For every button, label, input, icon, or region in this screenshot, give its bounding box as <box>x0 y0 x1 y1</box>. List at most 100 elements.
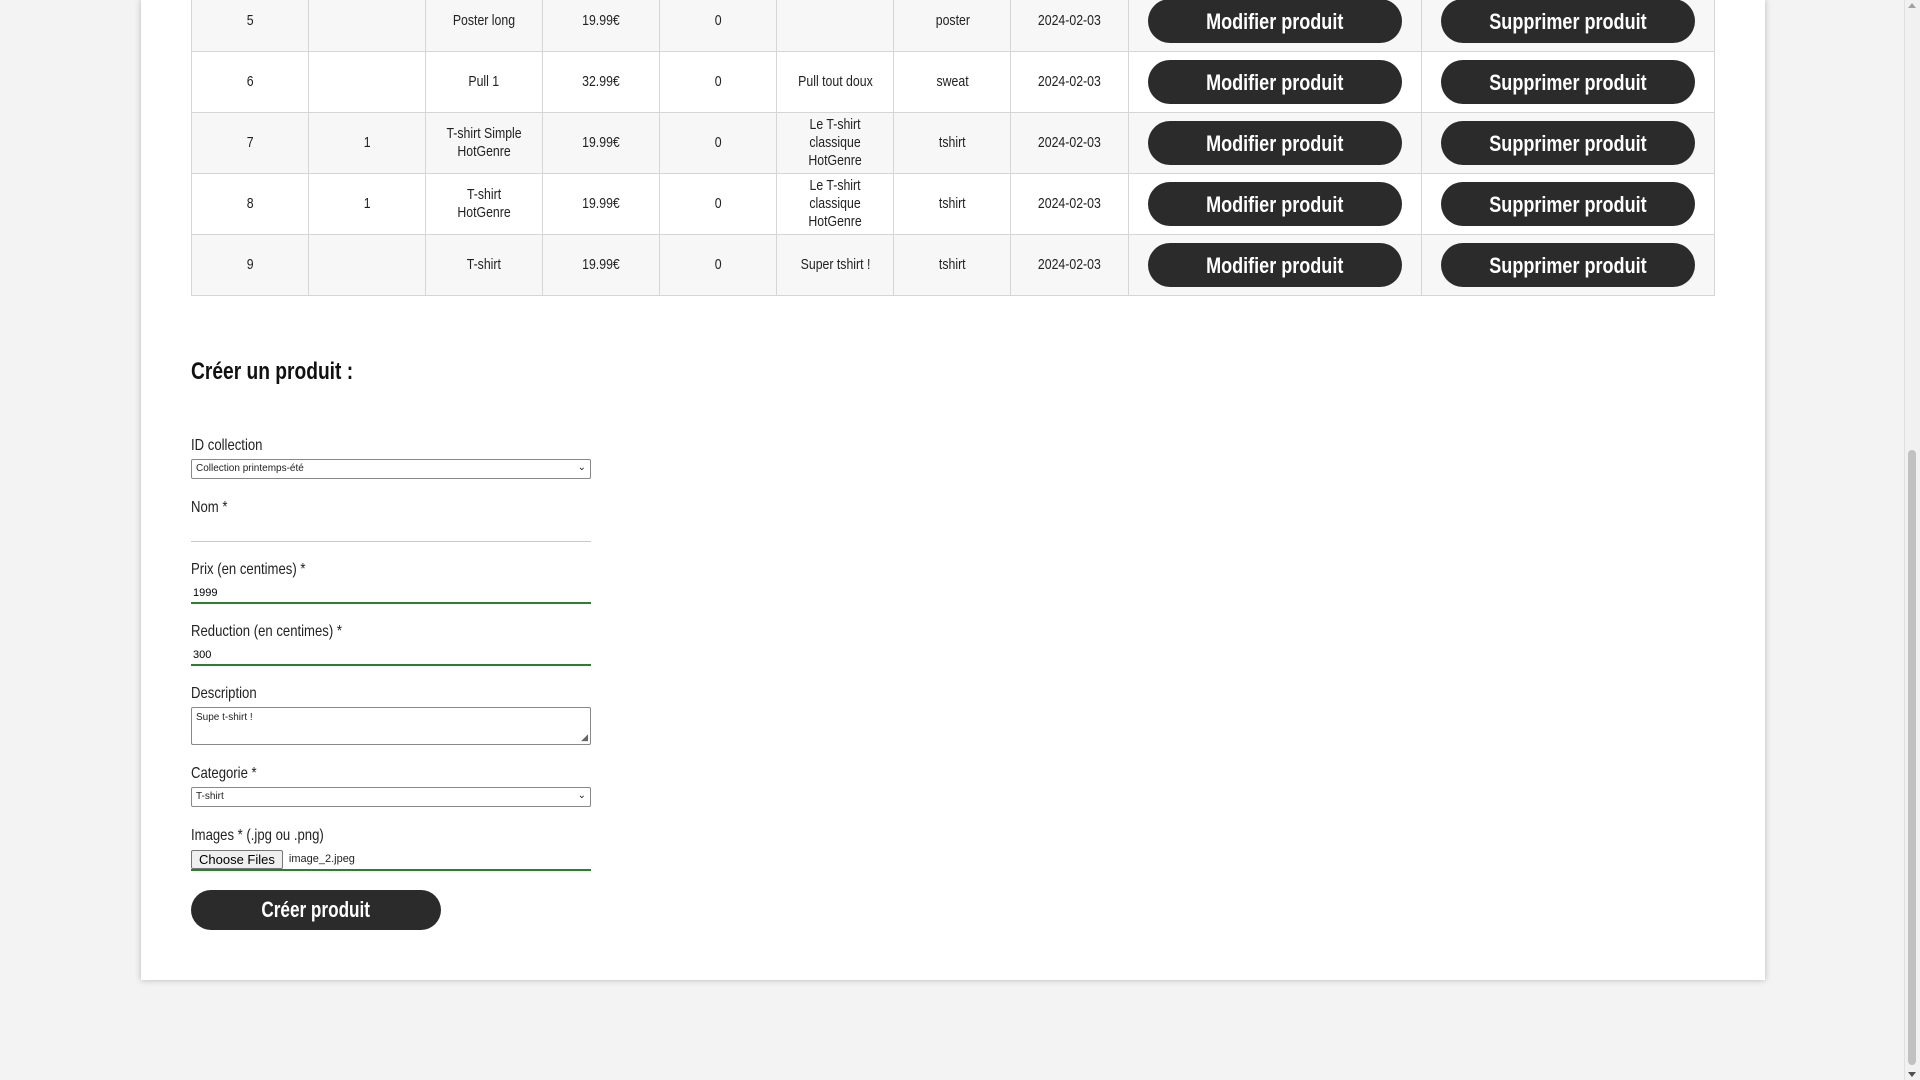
scroll-down-arrow-icon[interactable] <box>1908 1072 1916 1077</box>
category-select-value: T-shirt <box>196 791 224 802</box>
reduction-label: Reduction (en centimes) * <box>191 623 342 640</box>
table-cell-name: T-shirt Simple HotGenre <box>425 112 544 174</box>
table-cell-id: 6 <box>190 51 310 113</box>
table-cell-description: Pull tout doux <box>776 51 895 113</box>
modify-product-button[interactable]: Modifier produit <box>1147 60 1402 104</box>
table-cell-delete: Supprimer produit <box>1420 173 1716 235</box>
table-cell-category: sweat <box>893 51 1012 113</box>
table-cell-delete: Supprimer produit <box>1420 112 1716 174</box>
collection-select[interactable]: Collection printemps-été ⌄ <box>191 459 591 479</box>
table-cell-reduction: 0 <box>659 0 778 52</box>
table-row: 5 Poster long 19.99€ 0 poster 2024-02-03 Modif… <box>190 0 1716 52</box>
table-cell-collection <box>308 234 427 296</box>
price-label: Prix (en centimes) * <box>191 561 306 578</box>
reduction-field: Reduction (en centimes) * <box>191 623 591 666</box>
vertical-scrollbar[interactable] <box>1904 0 1920 1080</box>
selected-file-name: image_2.jpeg <box>288 853 355 865</box>
table-cell-date: 2024-02-03 <box>1010 112 1129 174</box>
delete-product-button[interactable]: Supprimer produit <box>1440 243 1695 287</box>
images-file-input: Choose Files image_2.jpeg <box>191 849 591 871</box>
collection-select-value: Collection printemps-été <box>196 463 304 474</box>
table-cell-id: 7 <box>190 112 310 174</box>
name-field: Nom * <box>191 499 591 542</box>
table-cell-name: Poster long <box>425 0 544 52</box>
table-cell-id: 8 <box>190 173 310 235</box>
delete-product-button[interactable]: Supprimer produit <box>1440 182 1695 226</box>
table-cell-reduction: 0 <box>659 173 778 235</box>
delete-product-button[interactable]: Supprimer produit <box>1440 60 1695 104</box>
delete-product-button[interactable]: Supprimer produit <box>1440 0 1695 43</box>
reduction-input[interactable] <box>191 646 591 666</box>
table-cell-id: 5 <box>190 0 310 52</box>
description-text: Supe t-shirt ! <box>196 712 253 723</box>
table-cell-description: Super tshirt ! <box>776 234 895 296</box>
scroll-up-arrow-icon[interactable] <box>1908 3 1916 8</box>
modify-product-button[interactable]: Modifier produit <box>1147 243 1402 287</box>
table-cell-reduction: 0 <box>659 112 778 174</box>
main-panel: 5 Poster long 19.99€ 0 poster 2024-02-03 Modif… <box>141 0 1765 980</box>
category-field: Categorie * T-shirt ⌄ <box>191 765 591 807</box>
scrollbar-thumb[interactable] <box>1908 450 1916 1065</box>
table-cell-reduction: 0 <box>659 234 778 296</box>
resize-grip-icon[interactable]: ◢ <box>581 732 588 743</box>
table-cell-delete: Supprimer produit <box>1420 51 1716 113</box>
name-input[interactable] <box>191 521 591 542</box>
collection-label: ID collection <box>191 437 263 454</box>
table-cell-id: 9 <box>190 234 310 296</box>
table-cell-category: tshirt <box>893 112 1012 174</box>
table-row: 8 1 T-shirt HotGenre 19.99€ 0 Le T-shirt clas… <box>190 173 1716 235</box>
create-product-heading: Créer un produit : <box>191 358 354 385</box>
chevron-down-icon: ⌄ <box>577 462 586 473</box>
table-cell-price: 32.99€ <box>542 51 661 113</box>
table-cell-delete: Supprimer produit <box>1420 0 1716 52</box>
name-label: Nom * <box>191 499 228 516</box>
images-label: Images * (.jpg ou .png) <box>191 827 324 844</box>
table-cell-date: 2024-02-03 <box>1010 0 1129 52</box>
table-cell-category: tshirt <box>893 173 1012 235</box>
table-cell-price: 19.99€ <box>542 173 661 235</box>
table-cell-description: Le T-shirt classique HotGenre <box>776 112 895 174</box>
table-cell-reduction: 0 <box>659 51 778 113</box>
create-product-button[interactable]: Créer produit <box>191 890 441 930</box>
table-cell-description: Le T-shirt classique HotGenre <box>776 173 895 235</box>
table-row: 7 1 T-shirt Simple HotGenre 19.99€ 0 Le T-shi… <box>190 112 1716 174</box>
table-cell-collection: 1 <box>308 112 427 174</box>
table-cell-category: tshirt <box>893 234 1012 296</box>
description-field: Description Supe t-shirt ! ◢ <box>191 685 591 745</box>
table-cell-collection <box>308 0 427 52</box>
collection-field: ID collection Collection printemps-été ⌄ <box>191 437 591 479</box>
table-row: 9 T-shirt 19.99€ 0 Super tshirt ! tshirt 2024-… <box>190 234 1716 296</box>
table-row: 6 Pull 1 32.99€ 0 Pull tout doux sweat 2024-02… <box>190 51 1716 113</box>
table-cell-description <box>776 0 895 52</box>
table-cell-edit: Modifier produit <box>1127 173 1422 235</box>
table-cell-price: 19.99€ <box>542 0 661 52</box>
table-cell-edit: Modifier produit <box>1127 51 1422 113</box>
table-cell-edit: Modifier produit <box>1127 112 1422 174</box>
table-cell-price: 19.99€ <box>542 112 661 174</box>
images-field: Images * (.jpg ou .png) Choose Files ima… <box>191 827 591 871</box>
delete-product-button[interactable]: Supprimer produit <box>1440 121 1695 165</box>
table-cell-name: T-shirt HotGenre <box>425 173 544 235</box>
table-cell-edit: Modifier produit <box>1127 234 1422 296</box>
table-cell-category: poster <box>893 0 1012 52</box>
table-cell-collection: 1 <box>308 173 427 235</box>
table-cell-name: T-shirt <box>425 234 544 296</box>
price-input[interactable] <box>191 584 591 604</box>
table-cell-collection <box>308 51 427 113</box>
choose-files-button[interactable]: Choose Files <box>191 849 283 869</box>
products-table: 5 Poster long 19.99€ 0 poster 2024-02-03 Modif… <box>190 0 1716 296</box>
table-cell-name: Pull 1 <box>425 51 544 113</box>
description-label: Description <box>191 685 257 702</box>
price-field: Prix (en centimes) * <box>191 561 591 604</box>
table-cell-price: 19.99€ <box>542 234 661 296</box>
category-label: Categorie * <box>191 765 257 782</box>
modify-product-button[interactable]: Modifier produit <box>1147 0 1402 43</box>
description-textarea[interactable]: Supe t-shirt ! ◢ <box>191 707 591 745</box>
modify-product-button[interactable]: Modifier produit <box>1147 182 1402 226</box>
table-cell-delete: Supprimer produit <box>1420 234 1716 296</box>
table-cell-date: 2024-02-03 <box>1010 234 1129 296</box>
category-select[interactable]: T-shirt ⌄ <box>191 787 591 807</box>
table-cell-date: 2024-02-03 <box>1010 51 1129 113</box>
modify-product-button[interactable]: Modifier produit <box>1147 121 1402 165</box>
chevron-down-icon: ⌄ <box>577 790 586 801</box>
